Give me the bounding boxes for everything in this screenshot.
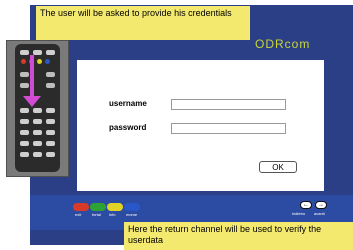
fortal-label: fortal xyxy=(92,212,101,217)
remote-body xyxy=(15,44,60,172)
fortal-color-button[interactable] xyxy=(90,203,106,211)
password-input[interactable] xyxy=(171,123,286,134)
brand-logo: ODRcom xyxy=(255,37,311,51)
screenshot-stage: ODRcom The user will be asked to provide… xyxy=(0,0,353,250)
username-input[interactable] xyxy=(171,99,286,110)
remote-yellow-key xyxy=(37,59,42,64)
mome-label: mome xyxy=(126,212,138,217)
remote-key xyxy=(20,83,29,88)
back-label: indietro xyxy=(292,211,306,216)
remote-number-key xyxy=(33,119,42,124)
info-label: info xyxy=(109,212,116,217)
remote-control xyxy=(6,40,69,177)
remote-number-key xyxy=(33,108,42,113)
remote-red-key xyxy=(21,59,26,64)
remote-number-key xyxy=(20,141,29,146)
exit-color-button[interactable] xyxy=(73,203,89,211)
remote-number-key xyxy=(20,130,29,135)
password-label: password xyxy=(109,123,147,132)
remote-number-key xyxy=(46,141,55,146)
bottom-callout: Here the return channel will be used to … xyxy=(124,222,353,250)
ok-button[interactable]: OK xyxy=(259,161,297,173)
mome-color-button[interactable] xyxy=(124,203,140,211)
remote-number-key xyxy=(33,152,42,157)
remote-key xyxy=(33,50,42,55)
left-arrow-button[interactable]: ← xyxy=(300,201,312,209)
username-label: username xyxy=(109,99,147,108)
remote-key xyxy=(46,83,55,88)
forward-label: avanti xyxy=(314,211,325,216)
remote-number-key xyxy=(20,108,29,113)
remote-key xyxy=(46,72,55,77)
remote-number-key xyxy=(33,141,42,146)
remote-number-key xyxy=(46,152,55,157)
remote-number-key xyxy=(20,152,29,157)
remote-key xyxy=(20,50,29,55)
remote-key xyxy=(20,72,29,77)
remote-number-key xyxy=(20,119,29,124)
down-arrow-icon xyxy=(30,55,34,100)
right-arrow-button[interactable]: → xyxy=(315,201,327,209)
remote-number-key xyxy=(46,130,55,135)
remote-blue-key xyxy=(45,59,50,64)
top-callout: The user will be asked to provide his cr… xyxy=(36,6,250,40)
exit-label: exit xyxy=(75,212,82,217)
info-color-button[interactable] xyxy=(107,203,123,211)
remote-key xyxy=(46,50,55,55)
remote-number-key xyxy=(46,108,55,113)
remote-number-key xyxy=(33,130,42,135)
remote-number-key xyxy=(46,119,55,124)
arrow-head-icon xyxy=(23,96,41,107)
